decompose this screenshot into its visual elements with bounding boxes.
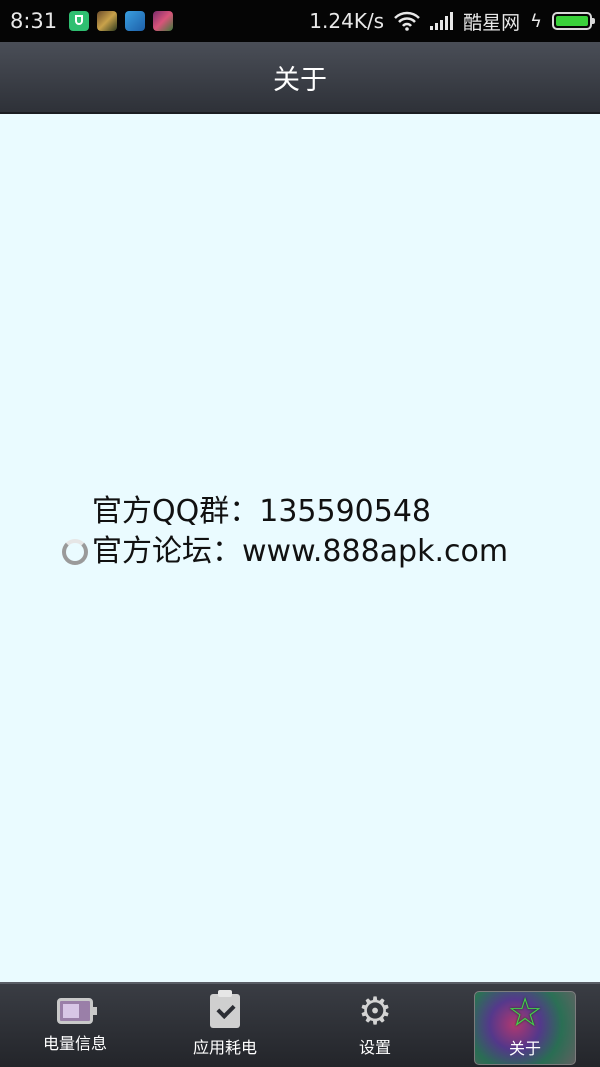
- bottom-tab-bar: 电量信息 应用耗电 ⚙ 设置 ☆ 关于: [0, 982, 600, 1067]
- title-bar: 关于: [0, 42, 600, 114]
- contact-info: 官方QQ群：135590548 官方论坛：www.888apk.com: [62, 492, 508, 572]
- network-speed: 1.24K/s: [309, 9, 385, 33]
- loading-spinner-icon: [62, 539, 88, 565]
- tab-settings[interactable]: ⚙ 设置: [300, 984, 450, 1067]
- status-right: 1.24K/s 酷星网 ϟ: [309, 8, 600, 35]
- qq-group-text: 官方QQ群：135590548: [92, 494, 432, 529]
- tab-about[interactable]: ☆ 关于: [450, 984, 600, 1067]
- forum-text[interactable]: 官方论坛：www.888apk.com: [92, 532, 508, 572]
- security-app-icon: [69, 11, 90, 31]
- tab-label: 电量信息: [42, 1033, 107, 1053]
- status-time: 8:31: [10, 9, 58, 33]
- tab-label: 设置: [358, 1037, 391, 1057]
- status-left: 8:31: [0, 9, 174, 33]
- battery-status-icon: [552, 12, 595, 30]
- status-bar: 8:31 1.24K/s 酷星网 ϟ: [0, 0, 600, 42]
- game-app-icon: [97, 11, 118, 31]
- star-icon: ☆: [507, 989, 543, 1036]
- tab-battery-info[interactable]: 电量信息: [0, 984, 150, 1067]
- game-app-icon-2: [153, 11, 174, 31]
- signal-icon: [430, 12, 454, 30]
- carrier-name: 酷星网: [463, 11, 521, 34]
- battery-level-fill: [556, 16, 588, 26]
- forum-line: 官方论坛：www.888apk.com: [62, 532, 508, 572]
- about-content: 官方QQ群：135590548 官方论坛：www.888apk.com: [0, 114, 600, 982]
- tab-label: 应用耗电: [192, 1037, 257, 1057]
- page-title: 关于: [273, 64, 327, 96]
- charging-bolt-icon: ϟ: [530, 10, 542, 32]
- clipboard-check-icon: [210, 989, 240, 1028]
- qq-group-line: 官方QQ群：135590548: [62, 492, 508, 532]
- wifi-icon: [394, 11, 420, 31]
- battery-icon: [57, 997, 97, 1024]
- tab-app-usage[interactable]: 应用耗电: [150, 984, 300, 1067]
- battery-app-icon: [125, 11, 146, 31]
- tab-label: 关于: [508, 1038, 541, 1058]
- gear-icon: ⚙: [358, 988, 393, 1033]
